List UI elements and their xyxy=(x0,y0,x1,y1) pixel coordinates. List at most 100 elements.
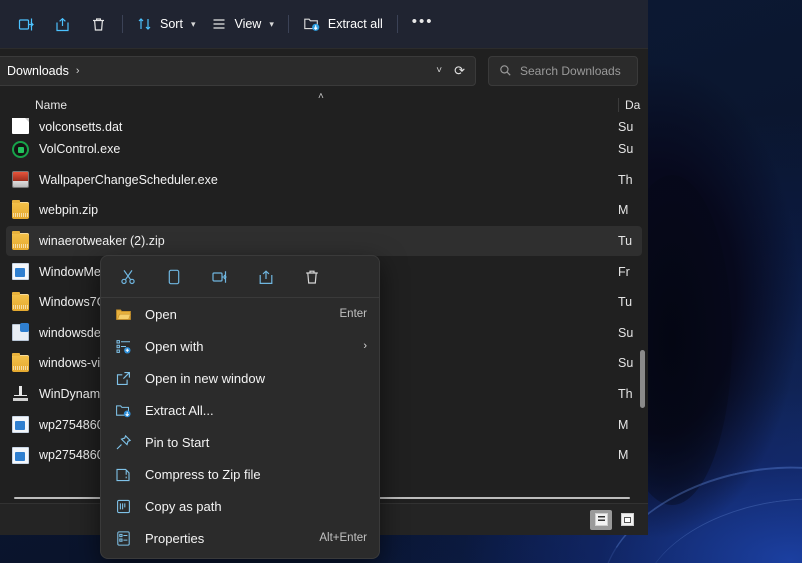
details-view-button[interactable] xyxy=(590,509,612,530)
command-toolbar: Sort ▾ View ▾ Extract all ••• xyxy=(0,0,648,48)
pin-icon xyxy=(115,434,132,451)
file-date: Su xyxy=(618,120,634,134)
rename-icon xyxy=(18,16,35,33)
delete-icon xyxy=(90,16,107,33)
file-row[interactable]: winaerotweaker (2).zip Tu xyxy=(6,225,642,257)
address-bar[interactable]: Downloads › ˅ ⟳ xyxy=(0,55,476,86)
file-date: M xyxy=(618,448,629,463)
column-header-name[interactable]: Name xyxy=(0,98,67,112)
context-menu-item-shortcut: Enter xyxy=(339,308,368,320)
file-date: Su xyxy=(618,142,634,157)
file-name: webpin.zip xyxy=(39,203,99,218)
context-menu-item-label: Open xyxy=(145,306,177,322)
chevron-down-icon: ▾ xyxy=(269,18,274,29)
compress-zip-icon xyxy=(115,466,132,483)
search-icon xyxy=(499,64,512,77)
extract-all-button[interactable]: Extract all xyxy=(295,8,391,40)
file-date: Tu xyxy=(618,234,633,249)
open-new-window-icon xyxy=(115,370,132,387)
zip-folder-icon xyxy=(12,230,29,250)
sort-button[interactable]: Sort ▾ xyxy=(129,8,203,40)
file-row[interactable]: WallpaperChangeScheduler.exe Th xyxy=(6,165,642,196)
refresh-icon[interactable]: ⟳ xyxy=(450,63,469,79)
context-menu-item-label: Copy as path xyxy=(145,498,222,514)
file-date: Su xyxy=(618,325,634,340)
file-date: Fr xyxy=(618,264,630,279)
file-date: Su xyxy=(618,356,634,371)
context-menu-item-pin-to-start[interactable]: Pin to Start xyxy=(101,426,379,458)
file-name: VolControl.exe xyxy=(39,142,121,157)
search-box[interactable]: Search Downloads xyxy=(488,55,638,86)
breadcrumb-separator-icon: › xyxy=(75,64,80,77)
extract-all-icon xyxy=(303,15,321,33)
delete-button[interactable] xyxy=(297,262,327,292)
rename-icon xyxy=(211,268,229,286)
delete-icon xyxy=(303,268,321,286)
toolbar-divider-1 xyxy=(122,15,123,33)
file-date: Th xyxy=(618,172,633,187)
zip-folder-icon xyxy=(12,291,29,311)
extract-all-label: Extract all xyxy=(327,17,383,31)
toolbar-divider-3 xyxy=(396,15,398,33)
context-menu-item-compress-to-zip-file[interactable]: Compress to Zip file xyxy=(101,458,379,490)
zip-folder-icon xyxy=(12,199,29,219)
view-label: View xyxy=(234,17,262,31)
delete-button[interactable] xyxy=(80,8,116,40)
context-menu[interactable]: Open Enter Open with › Open in new window Ext… xyxy=(100,255,380,559)
share-button[interactable] xyxy=(44,8,80,40)
cut-button[interactable] xyxy=(113,262,143,292)
file-row[interactable]: webpin.zip M xyxy=(6,195,642,226)
image-file-icon xyxy=(12,446,29,464)
context-menu-item-extract-all[interactable]: Extract All... xyxy=(101,394,379,426)
context-menu-item-label: Pin to Start xyxy=(145,434,210,450)
context-menu-item-label: Open with xyxy=(145,338,204,354)
share-icon xyxy=(54,16,71,33)
file-row[interactable]: VolControl.exe Su xyxy=(6,134,642,165)
exe-file-icon xyxy=(12,263,29,281)
breadcrumb-downloads[interactable]: Downloads xyxy=(7,64,69,78)
context-menu-item-open-in-new-window[interactable]: Open in new window xyxy=(101,362,379,394)
address-history-chevron-icon[interactable]: ˅ xyxy=(428,65,450,76)
details-view-icon xyxy=(594,513,608,526)
download-icon xyxy=(12,385,29,403)
column-header-date[interactable]: Da xyxy=(618,98,648,112)
search-placeholder: Search Downloads xyxy=(520,63,621,78)
share-icon xyxy=(257,268,275,286)
large-icons-view-icon xyxy=(620,513,634,526)
file-name: winaerotweaker (2).zip xyxy=(39,234,165,249)
large-icons-view-button[interactable] xyxy=(616,510,638,530)
sort-label: Sort xyxy=(160,17,183,31)
file-row[interactable]: volconsetts.dat Su xyxy=(6,118,642,134)
column-headers: Name ˄ Da xyxy=(0,91,648,118)
cut-icon xyxy=(119,268,137,286)
sort-icon xyxy=(137,16,153,32)
chevron-right-icon: › xyxy=(363,340,367,352)
rename-button[interactable] xyxy=(8,8,44,40)
file-name: WallpaperChangeScheduler.exe xyxy=(39,172,218,187)
copy-button[interactable] xyxy=(159,262,189,292)
context-menu-item-label: Compress to Zip file xyxy=(145,466,261,482)
context-menu-item-open-with[interactable]: Open with › xyxy=(101,330,379,362)
chevron-down-icon: ▾ xyxy=(190,18,196,29)
volcontrol-exe-icon xyxy=(12,140,29,158)
copy-path-icon xyxy=(115,498,132,515)
open-folder-icon xyxy=(115,306,132,323)
file-date: M xyxy=(618,203,629,218)
view-button[interactable]: View ▾ xyxy=(203,8,281,40)
context-menu-item-open[interactable]: Open Enter xyxy=(101,298,379,330)
zip-folder-icon xyxy=(12,352,29,372)
rename-button[interactable] xyxy=(205,262,235,292)
context-menu-item-properties[interactable]: Properties Alt+Enter xyxy=(101,522,379,554)
context-menu-item-list: Open Enter Open with › Open in new window Ext… xyxy=(101,298,379,554)
image-file-icon xyxy=(12,416,29,434)
sort-ascending-icon: ˄ xyxy=(318,91,324,102)
view-icon xyxy=(211,16,227,32)
context-menu-action-row xyxy=(101,256,379,298)
properties-icon xyxy=(115,530,132,547)
share-button[interactable] xyxy=(251,262,281,292)
more-options-button[interactable]: ••• xyxy=(404,8,442,40)
context-menu-item-copy-as-path[interactable]: Copy as path xyxy=(101,490,379,522)
file-date: M xyxy=(618,417,629,432)
file-name: volconsetts.dat xyxy=(39,120,123,134)
wallpaper-exe-icon xyxy=(12,171,29,189)
